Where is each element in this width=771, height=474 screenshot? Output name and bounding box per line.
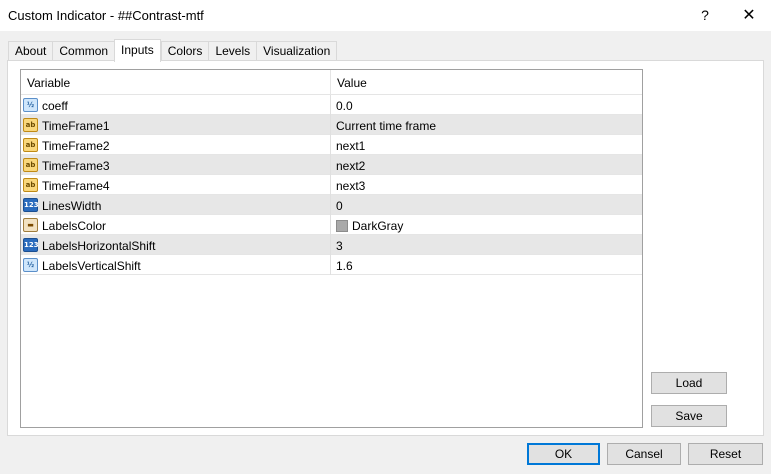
variable-name: LabelsColor xyxy=(42,219,107,233)
save-button[interactable]: Save xyxy=(651,405,727,427)
variable-value[interactable]: Current time frame xyxy=(336,119,436,133)
input-row-labelshorizontalshift[interactable]: 123 LabelsHorizontalShift 3 xyxy=(21,235,642,255)
variable-value[interactable]: 1.6 xyxy=(336,259,353,273)
tab-inputs[interactable]: Inputs xyxy=(114,39,161,62)
column-divider xyxy=(330,255,331,275)
variable-name: LinesWidth xyxy=(42,199,102,213)
input-row-lineswidth[interactable]: 123 LinesWidth 0 xyxy=(21,195,642,215)
int-icon: 123 xyxy=(23,238,39,252)
variable-name: TimeFrame3 xyxy=(42,159,110,173)
title-bar: Custom Indicator - ##Contrast-mtf ? ✕ xyxy=(0,0,771,31)
string-icon: ab xyxy=(23,158,38,172)
input-row-timeframe4[interactable]: ab TimeFrame4 next3 xyxy=(21,175,642,195)
reset-button[interactable]: Reset xyxy=(688,443,763,465)
header-value[interactable]: Value xyxy=(337,76,367,90)
variable-name: TimeFrame2 xyxy=(42,139,110,153)
grid-header: Variable Value xyxy=(21,70,642,95)
inputs-panel: Variable Value ½ coeff 0.0 ab TimeFrame1 Curr… xyxy=(7,60,764,436)
tab-colors[interactable]: Colors xyxy=(160,41,209,61)
variable-value[interactable]: 0 xyxy=(336,199,343,213)
cancel-button[interactable]: Cansel xyxy=(607,443,681,465)
input-row-labelsverticalshift[interactable]: ½ LabelsVerticalShift 1.6 xyxy=(21,255,642,275)
double-icon: ½ xyxy=(23,98,38,112)
color-icon: ▬ xyxy=(23,218,38,232)
input-row-labelscolor[interactable]: ▬ LabelsColor DarkGray xyxy=(21,215,642,235)
double-icon: ½ xyxy=(23,258,38,272)
column-divider xyxy=(330,95,331,115)
string-icon: ab xyxy=(23,178,38,192)
variable-value[interactable]: next3 xyxy=(336,179,365,193)
column-divider xyxy=(330,115,331,135)
variable-value[interactable]: 3 xyxy=(336,239,343,253)
column-divider xyxy=(330,155,331,175)
input-row-timeframe1[interactable]: ab TimeFrame1 Current time frame xyxy=(21,115,642,135)
ok-button[interactable]: OK xyxy=(527,443,600,465)
variable-value[interactable]: next1 xyxy=(336,139,365,153)
header-variable[interactable]: Variable xyxy=(27,76,70,90)
help-button[interactable]: ? xyxy=(686,0,724,31)
tab-strip: About Common Inputs Colors Levels Visual… xyxy=(8,39,338,62)
column-divider xyxy=(330,235,331,255)
load-button[interactable]: Load xyxy=(651,372,727,394)
close-button[interactable]: ✕ xyxy=(730,0,768,31)
string-icon: ab xyxy=(23,138,38,152)
variable-name: TimeFrame1 xyxy=(42,119,110,133)
tab-visualization[interactable]: Visualization xyxy=(256,41,338,61)
column-divider xyxy=(330,195,331,215)
column-divider xyxy=(330,135,331,155)
window-title: Custom Indicator - ##Contrast-mtf xyxy=(8,8,204,23)
variable-name: coeff xyxy=(42,99,68,113)
int-icon: 123 xyxy=(23,198,39,212)
string-icon: ab xyxy=(23,118,38,132)
input-row-timeframe2[interactable]: ab TimeFrame2 next1 xyxy=(21,135,642,155)
variable-name: TimeFrame4 xyxy=(42,179,110,193)
variable-name: LabelsHorizontalShift xyxy=(42,239,156,253)
header-divider[interactable] xyxy=(330,70,331,95)
grid-rows: ½ coeff 0.0 ab TimeFrame1 Current time frame a… xyxy=(21,95,642,275)
column-divider xyxy=(330,175,331,195)
tab-common[interactable]: Common xyxy=(52,41,115,61)
column-divider xyxy=(330,215,331,235)
color-name: DarkGray xyxy=(352,219,404,233)
input-row-timeframe3[interactable]: ab TimeFrame3 next2 xyxy=(21,155,642,175)
variable-name: LabelsVerticalShift xyxy=(42,259,141,273)
variable-value[interactable]: DarkGray xyxy=(336,219,403,233)
variable-value[interactable]: next2 xyxy=(336,159,365,173)
inputs-grid: Variable Value ½ coeff 0.0 ab TimeFrame1 Curr… xyxy=(20,69,643,428)
input-row-coeff[interactable]: ½ coeff 0.0 xyxy=(21,95,642,115)
variable-value[interactable]: 0.0 xyxy=(336,99,353,113)
tab-about[interactable]: About xyxy=(8,41,53,61)
tab-levels[interactable]: Levels xyxy=(208,41,257,61)
color-swatch[interactable] xyxy=(336,220,348,232)
